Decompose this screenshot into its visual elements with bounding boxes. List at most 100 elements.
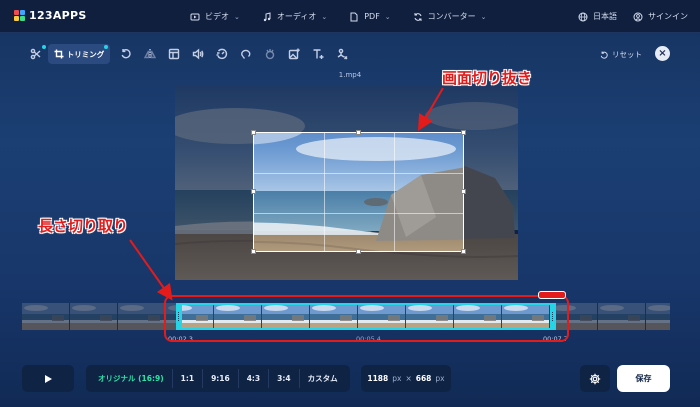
user-icon — [633, 12, 643, 21]
text-tool-button[interactable] — [306, 44, 330, 64]
file-name: 1.mp4 — [338, 71, 362, 79]
close-button[interactable]: × — [655, 46, 670, 61]
signin-button[interactable]: サインイン — [633, 11, 688, 22]
editor-toolbar: トリミング — [24, 44, 354, 64]
nav-item-audio[interactable]: オーディオ ⌄ — [262, 11, 327, 22]
annotation-arrow-trim — [129, 239, 173, 301]
nav-label-audio: オーディオ — [276, 12, 317, 21]
flip-tool-button[interactable] — [138, 44, 162, 64]
active-dot — [104, 45, 108, 49]
main-nav: ビデオ ⌄ オーディオ ⌄ PDF ⌄ コンバーター ⌄ — [190, 0, 509, 33]
frame-icon — [168, 48, 180, 60]
video-icon — [190, 13, 200, 20]
loop-tool-button[interactable] — [234, 44, 258, 64]
scissors-icon — [30, 48, 41, 60]
crop-tool-button[interactable]: トリミング — [48, 44, 110, 64]
play-button[interactable] — [22, 365, 74, 392]
annotation-trim-note: 長さ切り取り — [38, 217, 129, 235]
remove-logo-icon — [337, 48, 348, 60]
crop-handle-right[interactable] — [461, 189, 466, 194]
nav-label-pdf: PDF — [364, 12, 380, 21]
crop-box-image — [254, 133, 463, 251]
crop-handle-bottom[interactable] — [356, 249, 361, 254]
annotation-trim-frame — [164, 295, 569, 342]
crop-grid-line — [324, 133, 325, 251]
loop-icon — [241, 49, 251, 59]
chevron-down-icon: ⌄ — [321, 12, 328, 21]
width-value[interactable]: 1188 — [367, 374, 388, 383]
annotation-tag — [538, 291, 566, 299]
crop-tool-label: トリミング — [66, 49, 105, 59]
logo-text: 123APPS — [29, 9, 87, 22]
aspect-ratio-bar: オリジナル (16:9) 1:1 9:16 4:3 3:4 カスタム — [86, 365, 350, 392]
volume-tool-button[interactable] — [186, 44, 210, 64]
active-dot — [42, 45, 46, 49]
reset-icon — [600, 50, 608, 59]
music-note-icon — [263, 11, 271, 21]
save-button[interactable]: 保存 — [617, 365, 670, 392]
resize-tool-button[interactable] — [162, 44, 186, 64]
language-selector[interactable]: 日本語 — [578, 11, 617, 22]
timeline-excluded-right — [556, 303, 670, 330]
speed-icon — [216, 48, 228, 60]
reset-label: リセット — [612, 50, 642, 59]
crop-handle-bottom-left[interactable] — [251, 249, 256, 254]
image-tool-button[interactable] — [282, 44, 306, 64]
language-label: 日本語 — [593, 12, 617, 21]
cut-tool-button[interactable] — [24, 44, 48, 64]
top-nav-bar: 123APPS ビデオ ⌄ オーディオ ⌄ PDF ⌄ コンバーター ⌄ 日本語 — [0, 0, 700, 33]
timeline-excluded-left — [22, 303, 176, 330]
nav-right: 日本語 サインイン — [578, 0, 688, 33]
reset-button[interactable]: リセット — [600, 49, 642, 60]
ratio-option-custom[interactable]: カスタム — [300, 369, 346, 388]
document-icon — [350, 12, 358, 21]
ratio-option-9-16[interactable]: 9:16 — [203, 369, 239, 388]
speaker-icon — [192, 48, 204, 60]
flip-icon — [144, 49, 156, 59]
signin-label: サインイン — [648, 12, 688, 21]
nav-label-video: ビデオ — [205, 12, 229, 21]
stabilize-tool-button[interactable] — [258, 44, 282, 64]
crop-icon — [54, 49, 64, 59]
globe-icon — [578, 12, 588, 21]
nav-item-pdf[interactable]: PDF ⌄ — [349, 12, 391, 22]
gear-icon — [589, 373, 601, 384]
height-unit: px — [435, 374, 445, 383]
ratio-option-4-3[interactable]: 4:3 — [239, 369, 270, 388]
remove-logo-tool-button[interactable] — [330, 44, 354, 64]
rotate-tool-button[interactable] — [114, 44, 138, 64]
size-separator: × — [405, 374, 412, 383]
logo-icon — [14, 10, 25, 21]
stabilize-icon — [265, 49, 275, 60]
add-text-icon — [313, 49, 324, 59]
play-icon — [45, 374, 52, 383]
crop-handle-top-right[interactable] — [461, 130, 466, 135]
crop-handle-bottom-right[interactable] — [461, 249, 466, 254]
speed-tool-button[interactable] — [210, 44, 234, 64]
chevron-down-icon: ⌄ — [234, 12, 240, 21]
ratio-option-3-4[interactable]: 3:4 — [269, 369, 300, 388]
rotate-icon — [121, 48, 131, 59]
crop-grid-line — [394, 133, 395, 251]
annotation-crop-note: 画面切り抜き — [442, 69, 533, 87]
ratio-option-1-1[interactable]: 1:1 — [173, 369, 204, 388]
crop-handle-top-left[interactable] — [251, 130, 256, 135]
ratio-option-original[interactable]: オリジナル (16:9) — [90, 369, 173, 388]
height-value[interactable]: 668 — [416, 374, 432, 383]
crop-handle-left[interactable] — [251, 189, 256, 194]
crop-grid-line — [254, 173, 463, 174]
chevron-down-icon: ⌄ — [384, 12, 391, 21]
add-image-icon — [288, 48, 300, 60]
crop-box[interactable] — [253, 132, 464, 252]
crop-grid-line — [254, 213, 463, 214]
crop-handle-top[interactable] — [356, 130, 361, 135]
logo[interactable]: 123APPS — [14, 9, 87, 22]
convert-icon — [414, 12, 422, 21]
video-preview — [175, 86, 518, 280]
nav-item-converter[interactable]: コンバーター ⌄ — [413, 11, 487, 22]
width-unit: px — [392, 374, 402, 383]
nav-item-video[interactable]: ビデオ ⌄ — [190, 11, 240, 22]
settings-button[interactable] — [580, 365, 610, 392]
nav-label-converter: コンバーター — [427, 12, 476, 21]
output-size[interactable]: 1188 px × 668 px — [361, 365, 451, 392]
